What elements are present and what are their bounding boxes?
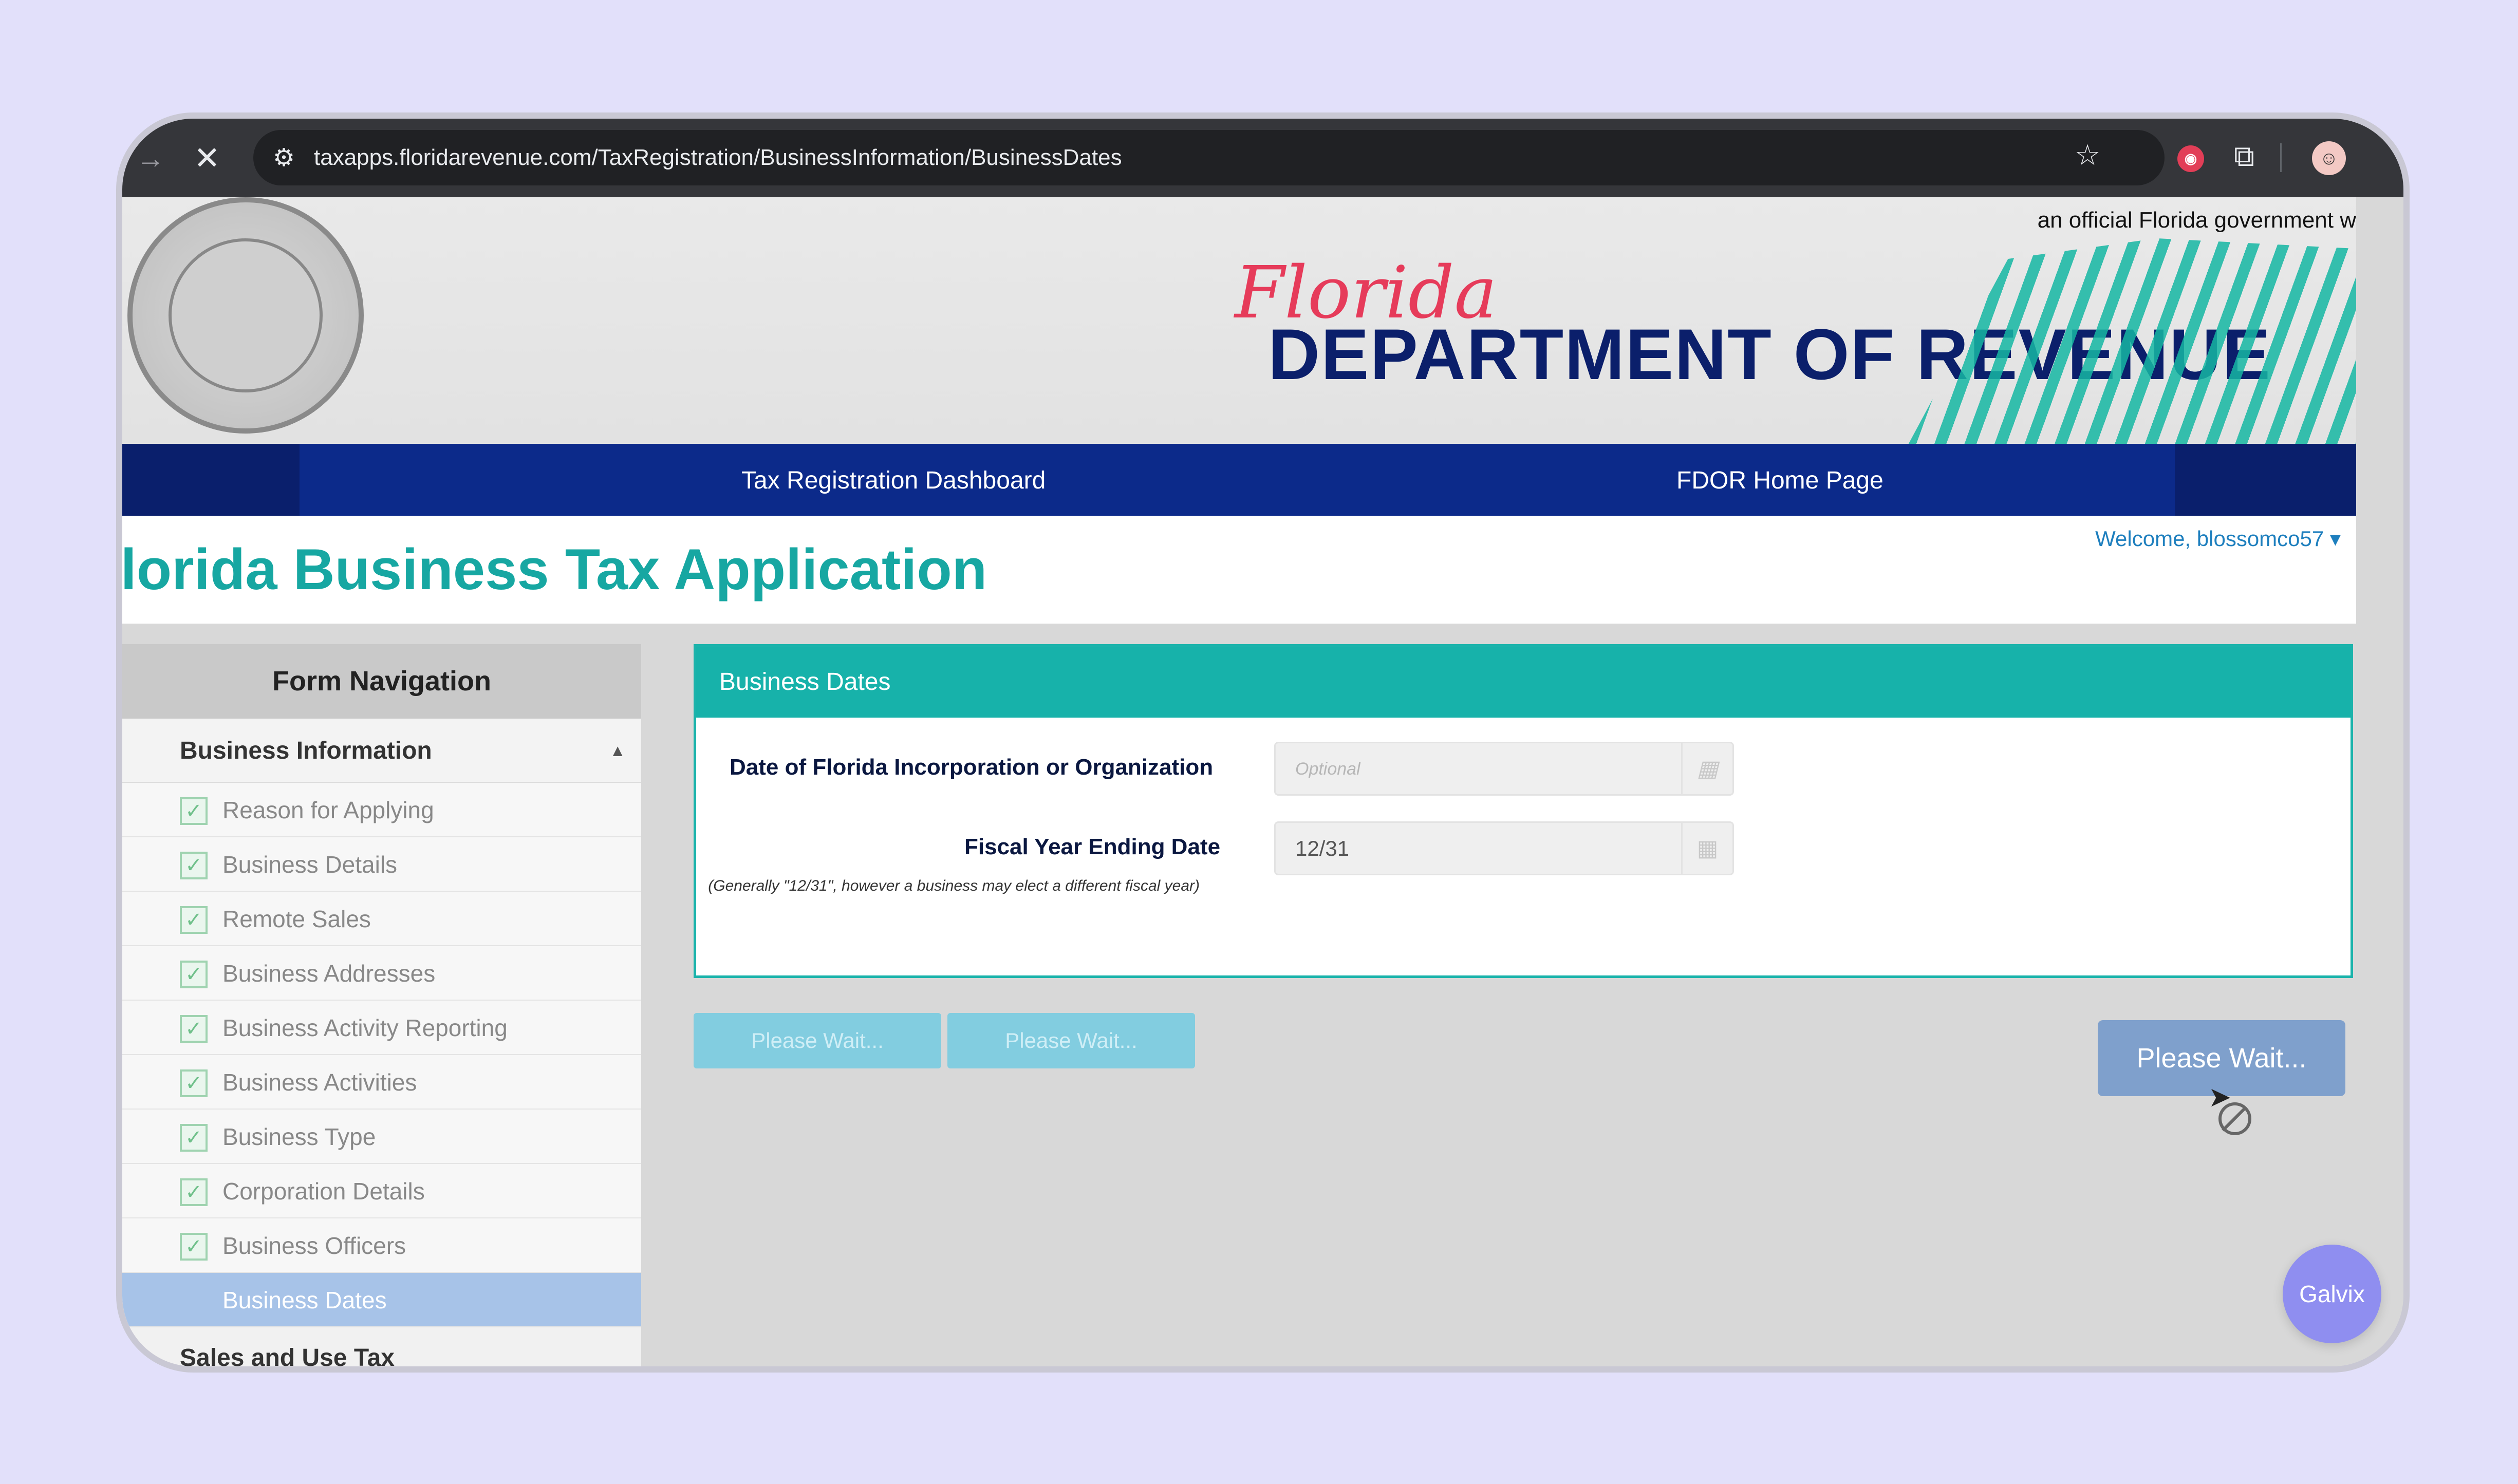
calendar-icon[interactable]: ▦ (1681, 743, 1732, 794)
app-header: 'lorida Business Tax Application Welcome… (122, 516, 2356, 624)
form-navigation-heading: Form Navigation (122, 644, 641, 719)
section-label: Business Information (180, 737, 432, 764)
nav-item-business-type[interactable]: ✓ Business Type (122, 1110, 641, 1164)
browser-toolbar: → ✕ ⚙ taxapps.floridarevenue.com/TaxRegi… (122, 119, 2403, 197)
incorporation-date-input[interactable]: Optional ▦ (1274, 742, 1734, 796)
nav-item-reason-for-applying[interactable]: ✓ Reason for Applying (122, 783, 641, 837)
nav-item-label: Business Details (222, 851, 398, 878)
check-icon: ✓ (180, 1015, 208, 1043)
browser-window: → ✕ ⚙ taxapps.floridarevenue.com/TaxRegi… (116, 112, 2410, 1373)
collapse-caret-icon[interactable]: ▲ (609, 719, 626, 783)
galvix-widget-button[interactable]: Galvix (2283, 1245, 2381, 1343)
panel-heading: Business Dates (696, 647, 2351, 718)
nav-item-business-officers[interactable]: ✓ Business Officers (122, 1218, 641, 1273)
toolbar-divider (2280, 143, 2282, 172)
address-bar[interactable]: ⚙ taxapps.floridarevenue.com/TaxRegistra… (253, 130, 2165, 185)
nav-item-label: Business Officers (222, 1232, 406, 1259)
nav-item-label: Business Activities (222, 1069, 417, 1096)
fiscal-year-note: (Generally "12/31", however a business m… (708, 877, 1200, 894)
nav-item-label: Business Activity Reporting (222, 1015, 508, 1041)
stop-loading-icon[interactable]: ✕ (179, 139, 235, 177)
nav-item-label: Business Addresses (222, 960, 436, 987)
nav-item-label: Business Type (222, 1123, 376, 1150)
nav-item-business-details[interactable]: ✓ Business Details (122, 837, 641, 892)
not-allowed-cursor-icon (2218, 1102, 2251, 1135)
fiscal-year-input[interactable]: 12/31 ▦ (1274, 821, 1734, 875)
nav-item-label: Reason for Applying (222, 797, 434, 823)
nav-item-business-activity-reporting[interactable]: ✓ Business Activity Reporting (122, 1001, 641, 1055)
extension-icon[interactable]: ◉ (2177, 145, 2204, 172)
nav-item-business-dates[interactable]: Business Dates (122, 1273, 641, 1327)
profile-avatar-icon[interactable]: ☺ (2312, 141, 2346, 175)
fiscal-year-value: 12/31 (1295, 836, 1350, 860)
florida-seal-icon (127, 197, 364, 434)
please-wait-button-1[interactable]: Please Wait... (694, 1013, 941, 1068)
form-navigation: Form Navigation Business Information ▲ ✓… (122, 644, 641, 1366)
page-title: 'lorida Business Tax Application (122, 537, 987, 602)
nav-item-label: Corporation Details (222, 1178, 425, 1205)
check-icon: ✓ (180, 852, 208, 879)
please-wait-button-2[interactable]: Please Wait... (947, 1013, 1195, 1068)
official-gov-notice: an official Florida government w (2037, 208, 2356, 233)
calendar-icon[interactable]: ▦ (1681, 823, 1732, 874)
check-icon: ✓ (180, 797, 208, 825)
main-nav: Tax Registration Dashboard FDOR Home Pag… (122, 444, 2356, 516)
user-menu[interactable]: Welcome, blossomco57 ▾ (2095, 526, 2341, 551)
fiscal-year-label: Fiscal Year Ending Date (964, 834, 1221, 859)
bookmark-star-icon[interactable]: ☆ (2075, 138, 2100, 172)
check-icon: ✓ (180, 1233, 208, 1261)
check-icon: ✓ (180, 961, 208, 988)
check-icon: ✓ (180, 1069, 208, 1097)
nav-item-label: Remote Sales (222, 906, 371, 932)
nav-item-corporation-details[interactable]: ✓ Corporation Details (122, 1164, 641, 1218)
nav-item-business-activities[interactable]: ✓ Business Activities (122, 1055, 641, 1110)
incorporation-date-label: Date of Florida Incorporation or Organiz… (730, 755, 1214, 780)
check-icon: ✓ (180, 1124, 208, 1152)
site-info-icon[interactable]: ⚙ (273, 143, 304, 172)
main-nav-inner: Tax Registration Dashboard FDOR Home Pag… (300, 444, 2175, 516)
nav-tax-registration-dashboard[interactable]: Tax Registration Dashboard (741, 466, 1046, 495)
section-business-information[interactable]: Business Information ▲ (122, 719, 641, 783)
site-header: an official Florida government w Florida… (122, 197, 2356, 444)
nav-fdor-home-page[interactable]: FDOR Home Page (1676, 466, 1883, 495)
url-text[interactable]: taxapps.floridarevenue.com/TaxRegistrati… (314, 145, 1122, 171)
incorporation-date-placeholder: Optional (1295, 759, 1360, 779)
web-page: an official Florida government w Florida… (122, 197, 2356, 1366)
business-dates-panel: Business Dates Date of Florida Incorpora… (694, 644, 2353, 978)
nav-item-business-addresses[interactable]: ✓ Business Addresses (122, 946, 641, 1001)
section-sales-and-use-tax[interactable]: Sales and Use Tax (122, 1327, 641, 1366)
nav-item-remote-sales[interactable]: ✓ Remote Sales (122, 892, 641, 946)
forward-icon[interactable]: → (122, 141, 179, 175)
check-icon: ✓ (180, 1178, 208, 1206)
extensions-puzzle-icon[interactable]: ⧉ (2234, 139, 2254, 174)
check-icon: ✓ (180, 906, 208, 934)
nav-item-label: Business Dates (222, 1287, 387, 1313)
